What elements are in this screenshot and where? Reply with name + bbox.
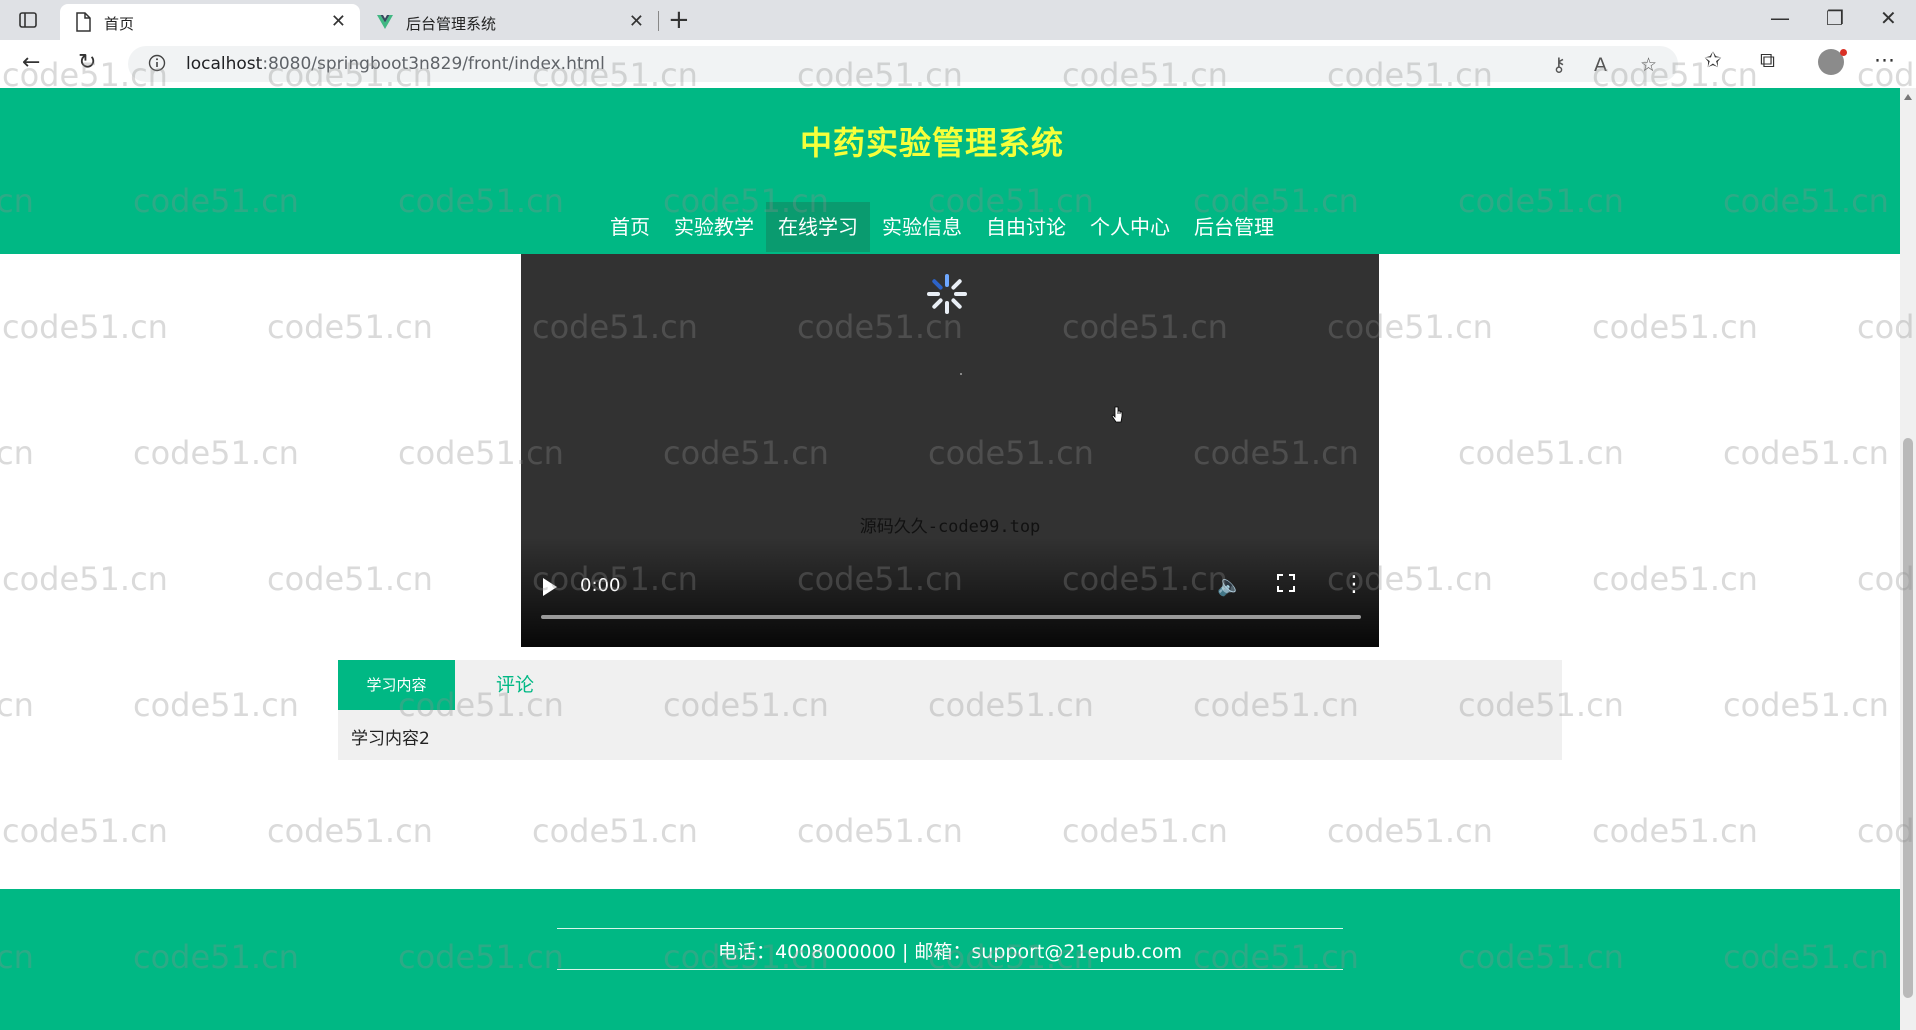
controls-gradient — [521, 537, 1379, 647]
window-close-icon[interactable]: ✕ — [1880, 6, 1897, 30]
notification-dot — [1840, 49, 1847, 56]
main-nav: 首页 实验教学 在线学习 实验信息 自由讨论 个人中心 后台管理 — [598, 202, 1286, 252]
nav-item-home[interactable]: 首页 — [598, 202, 662, 252]
browser-tab-home[interactable]: 首页 ✕ — [60, 4, 360, 40]
footer-divider-bottom — [557, 969, 1343, 970]
close-icon[interactable]: ✕ — [331, 11, 346, 32]
key-icon[interactable]: ⚷ — [1552, 54, 1566, 76]
video-player[interactable]: 源码久久-code99.top 0:00 🔈 ⋮ — [521, 254, 1379, 647]
scroll-up-icon[interactable] — [1904, 94, 1912, 100]
collections-icon[interactable]: ⧉ — [1760, 48, 1775, 73]
content-tabs: 学习内容 评论 学习内容2 — [338, 660, 1562, 760]
close-icon[interactable]: ✕ — [629, 11, 644, 32]
minimize-icon[interactable]: — — [1770, 6, 1790, 30]
play-icon[interactable] — [543, 578, 557, 596]
nav-item-personal-center[interactable]: 个人中心 — [1078, 202, 1182, 252]
loading-spinner-icon — [927, 274, 967, 314]
video-pixel — [960, 373, 962, 375]
new-tab-icon[interactable]: + — [668, 5, 690, 35]
url-path: :8080/springboot3n829/front/index.html — [262, 54, 605, 74]
fullscreen-icon[interactable] — [1277, 574, 1295, 592]
browser-tab-admin[interactable]: 后台管理系统 ✕ — [362, 4, 658, 40]
page-scrollbar[interactable] — [1900, 88, 1916, 1030]
browser-tab-title: 首页 — [104, 15, 135, 33]
url-host: localhost — [186, 54, 263, 74]
refresh-icon[interactable]: ↻ — [78, 50, 96, 75]
browser-tab-strip: 首页 ✕ 后台管理系统 ✕ + — ❐ ✕ — [0, 0, 1916, 40]
study-content-text: 学习内容2 — [351, 729, 430, 749]
site-header: 中药实验管理系统 首页 实验教学 在线学习 实验信息 自由讨论 个人中心 后台管… — [0, 88, 1900, 254]
video-caption: 源码久久-code99.top — [859, 517, 1041, 537]
more-options-icon[interactable]: ⋮ — [1343, 572, 1365, 597]
add-favorite-icon[interactable]: ☆ — [1640, 54, 1657, 76]
site-title: 中药实验管理系统 — [799, 124, 1064, 162]
browser-tab-title: 后台管理系统 — [406, 15, 497, 33]
video-time: 0:00 — [580, 575, 621, 596]
scrollbar-thumb[interactable] — [1903, 438, 1913, 998]
nav-item-teaching[interactable]: 实验教学 — [662, 202, 766, 252]
back-icon[interactable]: ← — [22, 50, 40, 75]
url-text: localhost:8080/springboot3n829/front/ind… — [186, 54, 605, 74]
volume-icon[interactable]: 🔈 — [1217, 573, 1242, 597]
more-icon[interactable]: ⋯ — [1874, 48, 1895, 72]
favorites-icon[interactable]: ✩ — [1704, 48, 1722, 72]
tab-divider — [658, 11, 659, 31]
url-field[interactable]: localhost:8080/springboot3n829/front/ind… — [128, 46, 1678, 82]
nav-item-online-learning[interactable]: 在线学习 — [766, 202, 870, 252]
hand-cursor-icon — [1111, 406, 1123, 423]
site-footer: 电话：4008000000 | 邮箱：support@21epub.com — [0, 889, 1900, 1030]
web-page: 中药实验管理系统 首页 实验教学 在线学习 实验信息 自由讨论 个人中心 后台管… — [0, 88, 1900, 1030]
vue-logo-icon — [377, 15, 393, 29]
page-icon — [76, 12, 91, 32]
address-bar: ← ↻ localhost:8080/springboot3n829/front… — [0, 40, 1916, 88]
nav-item-experiment-info[interactable]: 实验信息 — [870, 202, 974, 252]
nav-item-discussion[interactable]: 自由讨论 — [974, 202, 1078, 252]
site-info-icon[interactable] — [148, 54, 166, 72]
tab-actions-icon[interactable] — [18, 10, 38, 30]
nav-item-admin[interactable]: 后台管理 — [1182, 202, 1286, 252]
read-aloud-icon[interactable]: A — [1594, 54, 1607, 76]
video-progress-bar[interactable] — [541, 615, 1361, 619]
tab-comments[interactable]: 评论 — [455, 660, 575, 710]
restore-icon[interactable]: ❐ — [1826, 6, 1844, 30]
tab-study-content[interactable]: 学习内容 — [338, 660, 455, 710]
footer-contact-info: 电话：4008000000 | 邮箱：support@21epub.com — [718, 941, 1182, 963]
footer-divider-top — [557, 928, 1343, 929]
